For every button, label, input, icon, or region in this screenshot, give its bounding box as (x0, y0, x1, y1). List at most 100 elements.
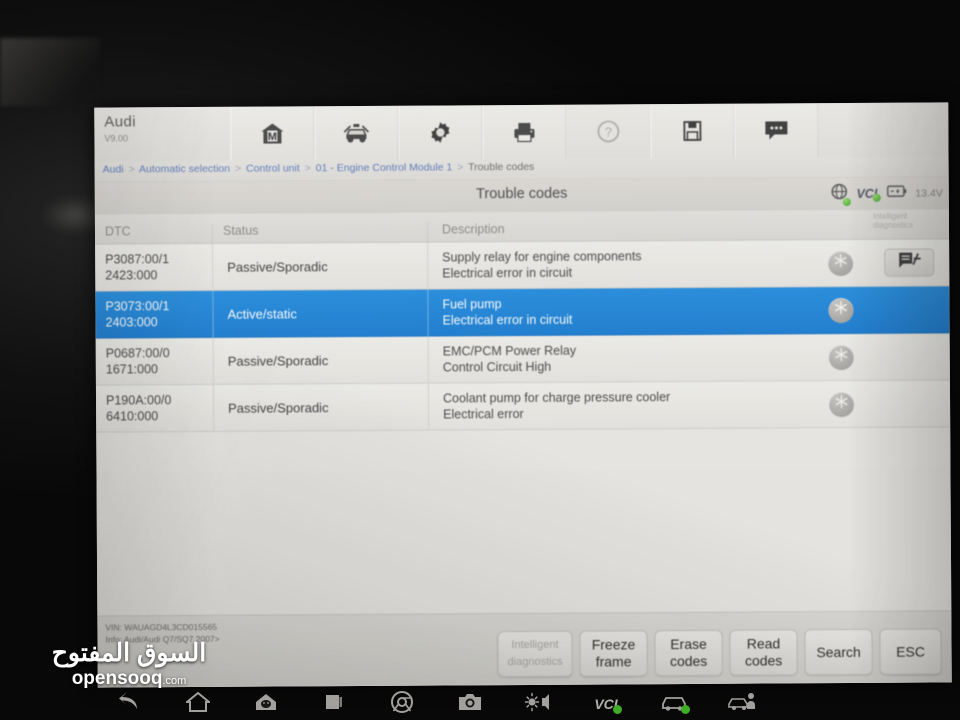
breadcrumb-item-1[interactable]: Automatic selection (139, 163, 230, 176)
description-line2: Control Circuit High (442, 359, 552, 375)
android-home-icon (254, 691, 278, 718)
toolbar-help-button[interactable]: ? (566, 104, 651, 159)
toolbar-message-button[interactable] (734, 103, 819, 158)
nav-back-button[interactable] (96, 691, 164, 718)
freeze-frame-button[interactable]: Freeze frame (579, 630, 648, 677)
toolbar-home-button[interactable]: M (230, 106, 315, 161)
back-icon (117, 691, 143, 718)
freeze-frame-button[interactable] (827, 297, 854, 323)
breadcrumb-item-0[interactable]: Audi (103, 163, 124, 175)
read-codes-button[interactable]: Read codes (729, 629, 798, 676)
btn-label-line2: codes (744, 652, 783, 669)
btn-label-line1: Erase (670, 635, 707, 653)
nav-android-home-button[interactable] (232, 691, 300, 718)
gear-icon (428, 120, 452, 144)
nav-camera-button[interactable] (436, 691, 504, 718)
dtc-code-line2: 6410:000 (106, 409, 159, 424)
breadcrumb-item-3[interactable]: 01 - Engine Control Module 1 (316, 161, 453, 174)
globe-icon (830, 183, 847, 205)
camera-icon (457, 691, 483, 718)
column-header-status[interactable]: Status (212, 222, 429, 243)
toolbar-vehicle-button[interactable] (314, 105, 399, 161)
breadcrumb-sep: > (304, 162, 311, 175)
column-header-description[interactable]: Description (428, 220, 811, 241)
breadcrumb-item-4: Trouble codes (468, 160, 535, 174)
cell-description: Supply relay for engine components Elect… (428, 240, 811, 289)
status-value: Passive/Sporadic (227, 352, 329, 369)
freeze-frame-button[interactable] (828, 391, 854, 417)
printer-icon (511, 120, 537, 144)
toolbar-settings-button[interactable] (398, 105, 483, 160)
intelligent-diagnostics-button[interactable] (884, 248, 935, 277)
snowflake-icon (833, 253, 848, 273)
android-nav-bar: VCI (96, 688, 960, 720)
brand-version: V9.00 (104, 133, 128, 144)
table-row[interactable]: P190A:00/0 6410:000 Passive/Sporadic Coo… (95, 380, 951, 433)
intelligent-diagnostics-button[interactable]: Intelligent diagnostics (497, 630, 573, 678)
battery-voltage: 13.4V (915, 187, 943, 200)
nav-brightness-volume-button[interactable] (504, 691, 572, 718)
cell-dtc: P3087:00/1 2423:000 (95, 243, 214, 292)
btn-label-line2: diagnostics (507, 655, 563, 669)
btn-label-line1: Read (746, 635, 781, 652)
cell-status: Passive/Sporadic (213, 383, 430, 432)
cell-freeze-frame (812, 344, 870, 370)
cell-dtc: P3073:00/1 2403:000 (95, 290, 214, 339)
status-indicators: VCI 13.4V (830, 182, 943, 205)
vehicle-icon (341, 121, 371, 145)
table-row[interactable]: P0687:00/0 1671:000 Passive/Sporadic EMC… (95, 333, 950, 386)
nav-home-button[interactable] (164, 691, 232, 718)
cell-freeze-frame (811, 250, 869, 276)
breadcrumb-sep: > (457, 161, 464, 174)
nav-vehicle-button[interactable] (640, 692, 708, 717)
freeze-frame-button[interactable] (828, 344, 854, 370)
save-icon (681, 119, 703, 143)
brand-name: Audi (104, 113, 137, 131)
nav-vehicle-person-button[interactable] (708, 691, 776, 718)
cell-description: Fuel pump Electrical error in circuit (428, 287, 811, 336)
vci-status-dot (612, 704, 622, 714)
breadcrumb-sep: > (128, 163, 135, 176)
description-line2: Electrical error in circuit (442, 265, 573, 281)
svg-text:M: M (268, 131, 277, 143)
status-row: Trouble codes VCI 13.4V (94, 177, 949, 215)
dtc-code-line1: P190A:00/0 (105, 393, 172, 408)
esc-button[interactable]: ESC (879, 628, 942, 675)
message-icon (763, 119, 789, 141)
cell-description: EMC/PCM Power Relay Control Circuit High (429, 334, 812, 383)
snowflake-icon (834, 394, 849, 414)
nav-recents-button[interactable] (300, 691, 368, 718)
search-button[interactable]: Search (804, 628, 873, 676)
car-person-icon (727, 691, 757, 718)
vehicle-status-dot (680, 704, 690, 714)
brand-block: Audi V9.00 (94, 107, 230, 162)
home-icon (184, 691, 212, 718)
cell-description: Coolant pump for charge pressure cooler … (429, 381, 812, 430)
watermark-brand: opensooq (71, 668, 163, 689)
erase-codes-button[interactable]: Erase codes (654, 629, 723, 677)
nav-vci-button[interactable]: VCI (572, 696, 640, 714)
watermark: السوق المفتوح opensooq.com (24, 638, 234, 692)
watermark-domain: .com (162, 675, 187, 687)
column-header-dtc[interactable]: DTC (94, 223, 214, 244)
freeze-frame-button[interactable] (827, 250, 853, 276)
recents-icon (322, 691, 346, 718)
table-row[interactable]: P3087:00/1 2423:000 Passive/Sporadic Sup… (95, 239, 950, 292)
vin-text: VIN: WAUAGD4L3CD015565 (105, 621, 218, 633)
cell-freeze-frame (812, 391, 870, 417)
tablet-screen: Audi V9.00 M ? Audi > Automatic selectio… (94, 102, 952, 688)
toolbar-save-button[interactable] (650, 103, 735, 159)
description-line2: Electrical error in circuit (442, 312, 573, 328)
dtc-code-line2: 1671:000 (105, 362, 159, 377)
cell-dtc: P0687:00/0 1671:000 (95, 337, 214, 386)
dtc-code-line1: P3073:00/1 (105, 299, 170, 314)
cell-intelligent-diagnostics (869, 248, 949, 277)
table-row[interactable]: P3073:00/1 2403:000 Active/static Fuel p… (95, 286, 950, 339)
vci-status-label: VCI (856, 186, 878, 201)
cell-status: Active/static (213, 289, 429, 338)
breadcrumb-item-2[interactable]: Control unit (246, 162, 300, 174)
watermark-arabic: السوق المفتوح (51, 639, 207, 667)
toolbar-print-button[interactable] (482, 104, 567, 160)
nav-chrome-button[interactable] (368, 690, 436, 719)
top-toolbar: Audi V9.00 M ? (94, 102, 949, 162)
